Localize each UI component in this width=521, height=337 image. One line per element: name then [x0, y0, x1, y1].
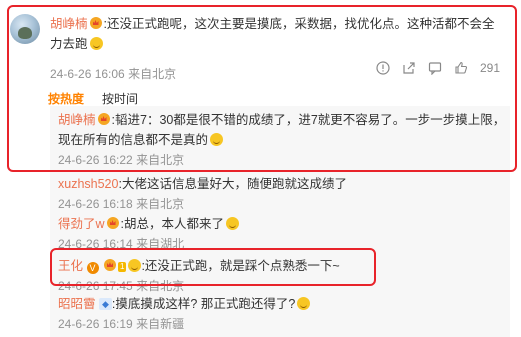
reply-source: 来自湖北: [136, 237, 185, 251]
main-comment-date: 24-6-26 16:06: [50, 67, 125, 81]
reply-source: 来自新疆: [136, 317, 185, 331]
laugh-emoji-icon: [89, 37, 103, 50]
reply-text: :摸底摸成这样? 那正式跑还得了?: [111, 297, 296, 311]
laugh-emoji-icon: [210, 133, 224, 146]
tab-hot[interactable]: 按热度: [48, 90, 84, 107]
comment-actions: 291: [376, 61, 500, 75]
reply-username[interactable]: 昭昭霫: [58, 297, 96, 311]
reply-meta: 24-6-26 17:45 来自北京: [58, 276, 508, 296]
like-icon[interactable]: [454, 61, 468, 75]
tab-time[interactable]: 按时间: [102, 90, 138, 107]
reply-source: 来自北京: [136, 153, 185, 167]
main-comment-text: :还没正式跑呢，这次主要是摸底，采数据，找优化点。这种活都不会全力去跑: [50, 17, 495, 51]
reply-source: 来自北京: [136, 279, 185, 293]
reply-username[interactable]: 胡峥楠: [58, 113, 96, 127]
reply-text: :大佬这话信息量好大，随便跑就这成绩了: [118, 177, 347, 191]
reply-item: 胡峥楠:韬进7：30都是很不错的成绩了，进7就更不容易了。一步一步摸上限，现在所…: [58, 110, 508, 170]
reply-meta: 24-6-26 16:14 来自湖北: [58, 234, 508, 254]
member-badge-icon: ◆: [99, 298, 112, 310]
like-count: 291: [479, 61, 500, 75]
verified-badge-icon: V: [86, 262, 99, 274]
think-emoji-icon: [297, 297, 311, 310]
reply-username[interactable]: xuzhsh520: [58, 177, 118, 191]
main-comment-body: 胡峥楠:还没正式跑呢，这次主要是摸底，采数据，找优化点。这种活都不会全力去跑: [50, 14, 502, 54]
reply-date: 24-6-26 16:18: [58, 197, 133, 211]
reply-username[interactable]: 王化: [58, 259, 83, 273]
reply-item: xuzhsh520:大佬这话信息量好大，随便跑就这成绩了 24-6-26 16:…: [58, 174, 508, 214]
reply-date: 24-6-26 16:22: [58, 153, 133, 167]
reply-date: 24-6-26 17:45: [58, 279, 133, 293]
report-icon[interactable]: [376, 61, 390, 75]
reply-meta: 24-6-26 16:19 来自新疆: [58, 314, 508, 334]
reply-meta: 24-6-26 16:18 来自北京: [58, 194, 508, 214]
main-comment-meta: 24-6-26 16:06 来自北京: [50, 65, 176, 82]
reply-item: 王化 V 1 :还没正式跑，就是踩个点熟悉一下~ 24-6-26 17:45 来自…: [58, 256, 508, 296]
reply-date: 24-6-26 16:14: [58, 237, 133, 251]
share-icon[interactable]: [402, 61, 416, 75]
crown-icon: [97, 113, 110, 125]
level-badge: 1: [117, 262, 127, 272]
reply-source: 来自北京: [136, 197, 185, 211]
comment-icon[interactable]: [428, 61, 442, 75]
main-comment-username[interactable]: 胡峥楠: [50, 17, 88, 31]
reply-text: :胡总，本人都来了: [120, 217, 225, 231]
reply-date: 24-6-26 16:19: [58, 317, 133, 331]
reply-item: 得劲了w :胡总，本人都来了 24-6-26 16:14 来自湖北: [58, 214, 508, 254]
avatar[interactable]: [10, 14, 40, 44]
reply-text: :韬进7：30都是很不错的成绩了，进7就更不容易了。一步一步摸上限，现在所有的信…: [58, 113, 506, 147]
crown-icon: [106, 217, 119, 229]
reply-item: 昭昭霫 ◆:摸底摸成这样? 那正式跑还得了? 24-6-26 16:19 来自新…: [58, 294, 508, 334]
reply-list: 胡峥楠:韬进7：30都是很不错的成绩了，进7就更不容易了。一步一步摸上限，现在所…: [50, 106, 510, 337]
reply-username[interactable]: 得劲了w: [58, 217, 105, 231]
sort-tabs: 按热度 按时间: [48, 90, 138, 107]
crown-icon: [103, 259, 116, 271]
crown-icon: [89, 17, 102, 29]
main-comment-source: 来自北京: [128, 67, 177, 81]
grin-emoji-icon: [226, 217, 240, 230]
reply-meta: 24-6-26 16:22 来自北京: [58, 150, 508, 170]
reply-text: :还没正式跑，就是踩个点熟悉一下~: [141, 259, 340, 273]
laugh-emoji-icon: [128, 259, 142, 272]
